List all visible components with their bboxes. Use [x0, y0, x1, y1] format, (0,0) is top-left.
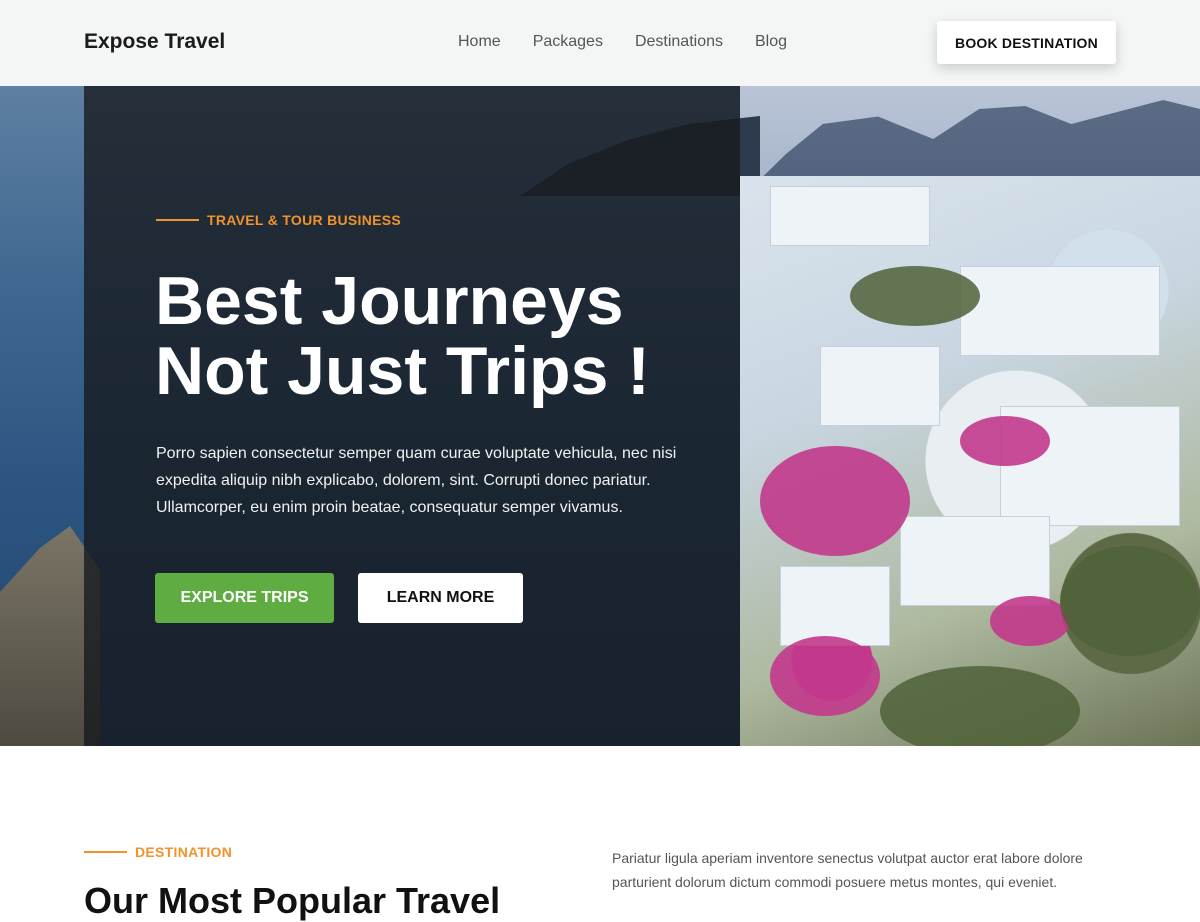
nav-blog[interactable]: Blog: [755, 33, 787, 51]
destination-section: DESTINATION Our Most Popular Travel Pari…: [0, 746, 1200, 921]
nav-packages[interactable]: Packages: [533, 33, 603, 51]
nav-home[interactable]: Home: [458, 33, 501, 51]
eyebrow-divider: [156, 219, 199, 221]
destination-eyebrow: DESTINATION: [84, 844, 232, 860]
hero-title-line-1: Best Journeys: [155, 263, 624, 339]
site-header: Expose Travel Home Packages Destinations…: [0, 0, 1200, 86]
hero-overlay-panel: [84, 86, 740, 746]
hero-description: Porro sapien consectetur semper quam cur…: [156, 445, 677, 516]
book-destination-button[interactable]: BOOK DESTINATION: [937, 21, 1116, 64]
site-logo[interactable]: Expose Travel: [84, 30, 225, 54]
hero-title-line-2: Not Just Trips !: [155, 333, 650, 409]
destination-title: Our Most Popular Travel: [84, 880, 501, 921]
hero-eyebrow: TRAVEL & TOUR BUSINESS: [156, 212, 401, 228]
hero-title: Best Journeys Not Just Trips !: [155, 266, 715, 406]
nav-destinations[interactable]: Destinations: [635, 33, 723, 51]
explore-trips-button[interactable]: EXPLORE TRIPS: [155, 573, 334, 623]
destination-description: Pariatur ligula aperiam inventore senect…: [612, 850, 1083, 890]
hero-eyebrow-text: TRAVEL & TOUR BUSINESS: [207, 212, 402, 228]
eyebrow-divider: [84, 851, 127, 853]
learn-more-button[interactable]: LEARN MORE: [358, 573, 523, 623]
destination-eyebrow-text: DESTINATION: [135, 844, 233, 860]
hero-section: TRAVEL & TOUR BUSINESS Best Journeys Not…: [0, 86, 1200, 746]
main-nav: Home Packages Destinations Blog: [458, 33, 787, 51]
